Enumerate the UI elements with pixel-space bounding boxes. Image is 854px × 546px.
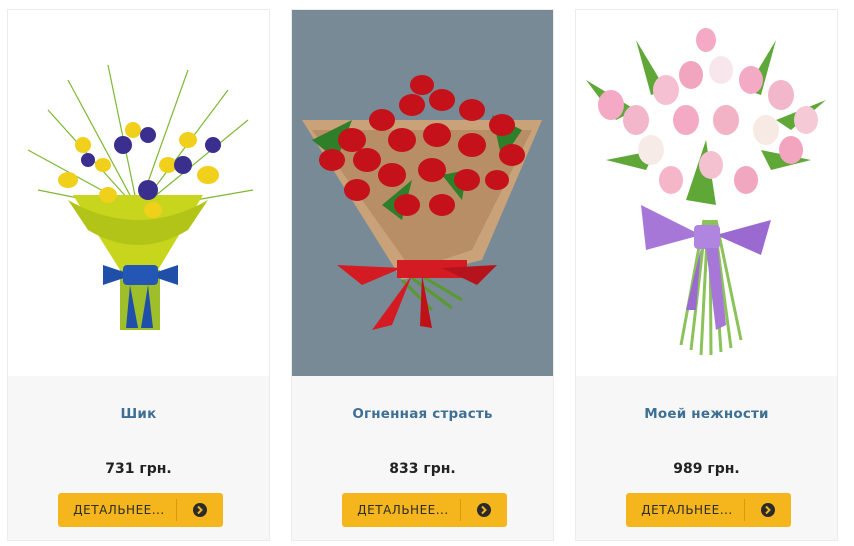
bouquet-image bbox=[27, 64, 254, 330]
bouquet-image bbox=[586, 28, 826, 356]
arrow-circle-right-icon bbox=[745, 502, 791, 518]
product-price: 833 грн. bbox=[389, 461, 456, 477]
arrow-circle-right-icon bbox=[177, 502, 223, 518]
product-card: Моей нежности 989 грн. ДЕТАЛЬНЕЕ... bbox=[575, 9, 838, 541]
product-name[interactable]: Моей нежности bbox=[576, 406, 837, 422]
details-button[interactable]: ДЕТАЛЬНЕЕ... bbox=[58, 493, 223, 527]
product-price: 989 грн. bbox=[673, 461, 740, 477]
product-card: Огненная страсть 833 грн. ДЕТАЛЬНЕЕ... bbox=[291, 9, 554, 541]
product-image[interactable] bbox=[292, 10, 553, 376]
product-card: Шик 731 грн. ДЕТАЛЬНЕЕ... bbox=[7, 9, 270, 541]
product-image[interactable] bbox=[8, 10, 269, 376]
product-name[interactable]: Огненная страсть bbox=[292, 406, 553, 422]
details-button[interactable]: ДЕТАЛЬНЕЕ... bbox=[626, 493, 791, 527]
details-button[interactable]: ДЕТАЛЬНЕЕ... bbox=[342, 493, 507, 527]
product-image[interactable] bbox=[576, 10, 837, 376]
arrow-circle-right-icon bbox=[461, 502, 507, 518]
bouquet-image bbox=[302, 75, 542, 330]
details-button-label: ДЕТАЛЬНЕЕ... bbox=[641, 503, 733, 517]
product-price: 731 грн. bbox=[105, 461, 172, 477]
details-button-label: ДЕТАЛЬНЕЕ... bbox=[357, 503, 449, 517]
product-name[interactable]: Шик bbox=[8, 406, 269, 422]
details-button-label: ДЕТАЛЬНЕЕ... bbox=[73, 503, 165, 517]
